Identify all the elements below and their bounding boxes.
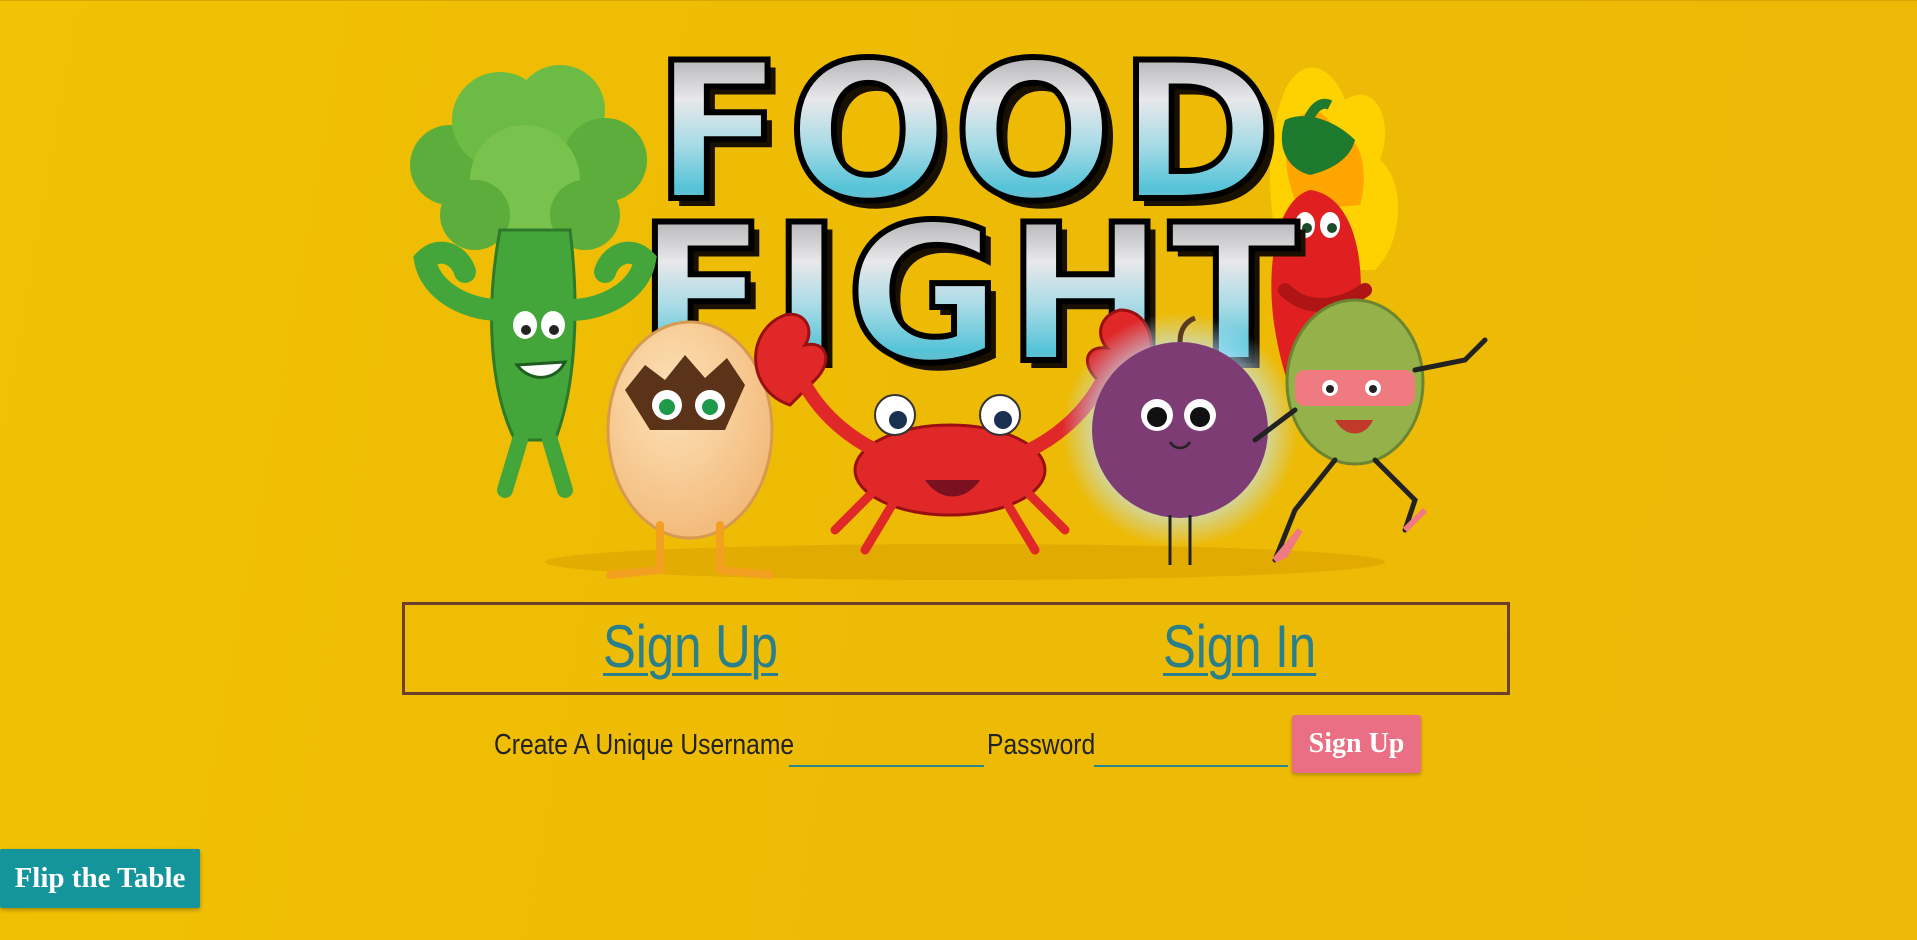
olive-pupil (1326, 385, 1334, 393)
broccoli-arm (559, 241, 657, 321)
egg-pupil (659, 399, 675, 415)
sign-up-submit-button[interactable]: Sign Up (1292, 715, 1421, 773)
crab-body (853, 423, 1047, 517)
ground-shadow (545, 544, 1385, 580)
egg-character (606, 320, 774, 579)
auth-tab-bar: Sign Up Sign In (402, 602, 1510, 695)
tab-sign-in[interactable]: Sign In (1163, 617, 1316, 677)
broccoli-legs (497, 432, 573, 498)
hero-banner: FOOD FOOD FIGHT FIGHT (405, 10, 1515, 595)
olive-pupil (1369, 385, 1377, 393)
tab-sign-up[interactable]: Sign Up (603, 617, 778, 677)
username-label: Create A Unique Username (494, 729, 795, 761)
username-input[interactable] (789, 725, 984, 767)
chili-pupil (1327, 223, 1337, 233)
olive-headband (1295, 370, 1415, 406)
hero-illustration: FOOD FOOD FIGHT FIGHT (410, 19, 1488, 580)
password-input[interactable] (1094, 725, 1288, 767)
plum-character (1062, 312, 1298, 565)
plum-body (1092, 342, 1268, 518)
plum-pupil (1190, 407, 1210, 427)
plum-pupil (1147, 407, 1167, 427)
flip-the-table-button[interactable]: Flip the Table (0, 849, 200, 908)
crab-pupil (889, 411, 907, 429)
crab-pupil (994, 411, 1012, 429)
signup-form: Create A Unique Username Password Sign U… (0, 715, 1917, 775)
password-label: Password (987, 729, 1096, 761)
top-divider (0, 0, 1917, 1)
broccoli-arm (413, 241, 511, 321)
broccoli-pupil (549, 325, 559, 335)
broccoli-pupil (521, 325, 531, 335)
egg-pupil (702, 399, 718, 415)
